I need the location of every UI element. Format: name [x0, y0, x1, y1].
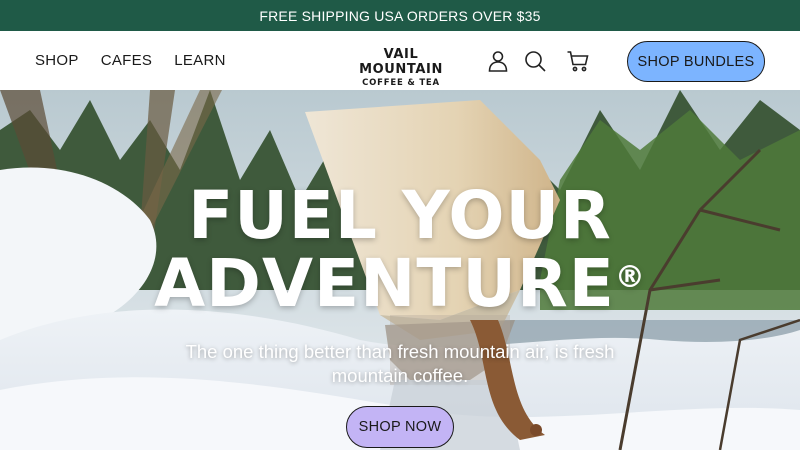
- account-icon[interactable]: [485, 48, 511, 74]
- brand-name: VAIL MOUNTAIN: [359, 47, 443, 77]
- hero-title: FUEL YOUR ADVENTURE®: [0, 182, 800, 318]
- hero-banner: FUEL YOUR ADVENTURE® The one thing bette…: [0, 90, 800, 450]
- hero-title-line2: ADVENTURE®: [0, 250, 800, 318]
- search-icon[interactable]: [522, 48, 548, 74]
- hero-subtitle: The one thing better than fresh mountain…: [185, 341, 615, 386]
- brand-logo[interactable]: VAIL MOUNTAIN COFFEE & TEA: [345, 47, 457, 88]
- nav-link-shop[interactable]: SHOP: [35, 52, 79, 69]
- shop-now-button[interactable]: SHOP NOW: [346, 406, 454, 448]
- registered-mark: ®: [614, 260, 646, 295]
- site-header: SHOP CAFES LEARN VAIL MOUNTAIN COFFEE & …: [0, 31, 800, 90]
- main-nav: SHOP CAFES LEARN: [35, 31, 248, 90]
- promo-banner: FREE SHIPPING USA ORDERS OVER $35: [0, 0, 800, 31]
- promo-text: FREE SHIPPING USA ORDERS OVER $35: [259, 7, 541, 24]
- hero-title-line1: FUEL YOUR: [188, 177, 612, 254]
- nav-link-cafes[interactable]: CAFES: [101, 52, 153, 69]
- hero-title-line2-text: ADVENTURE: [154, 245, 615, 322]
- nav-link-learn[interactable]: LEARN: [174, 52, 226, 69]
- shop-bundles-button[interactable]: SHOP BUNDLES: [627, 41, 765, 82]
- cart-icon[interactable]: [565, 48, 591, 74]
- brand-tagline: COFFEE & TEA: [362, 78, 440, 88]
